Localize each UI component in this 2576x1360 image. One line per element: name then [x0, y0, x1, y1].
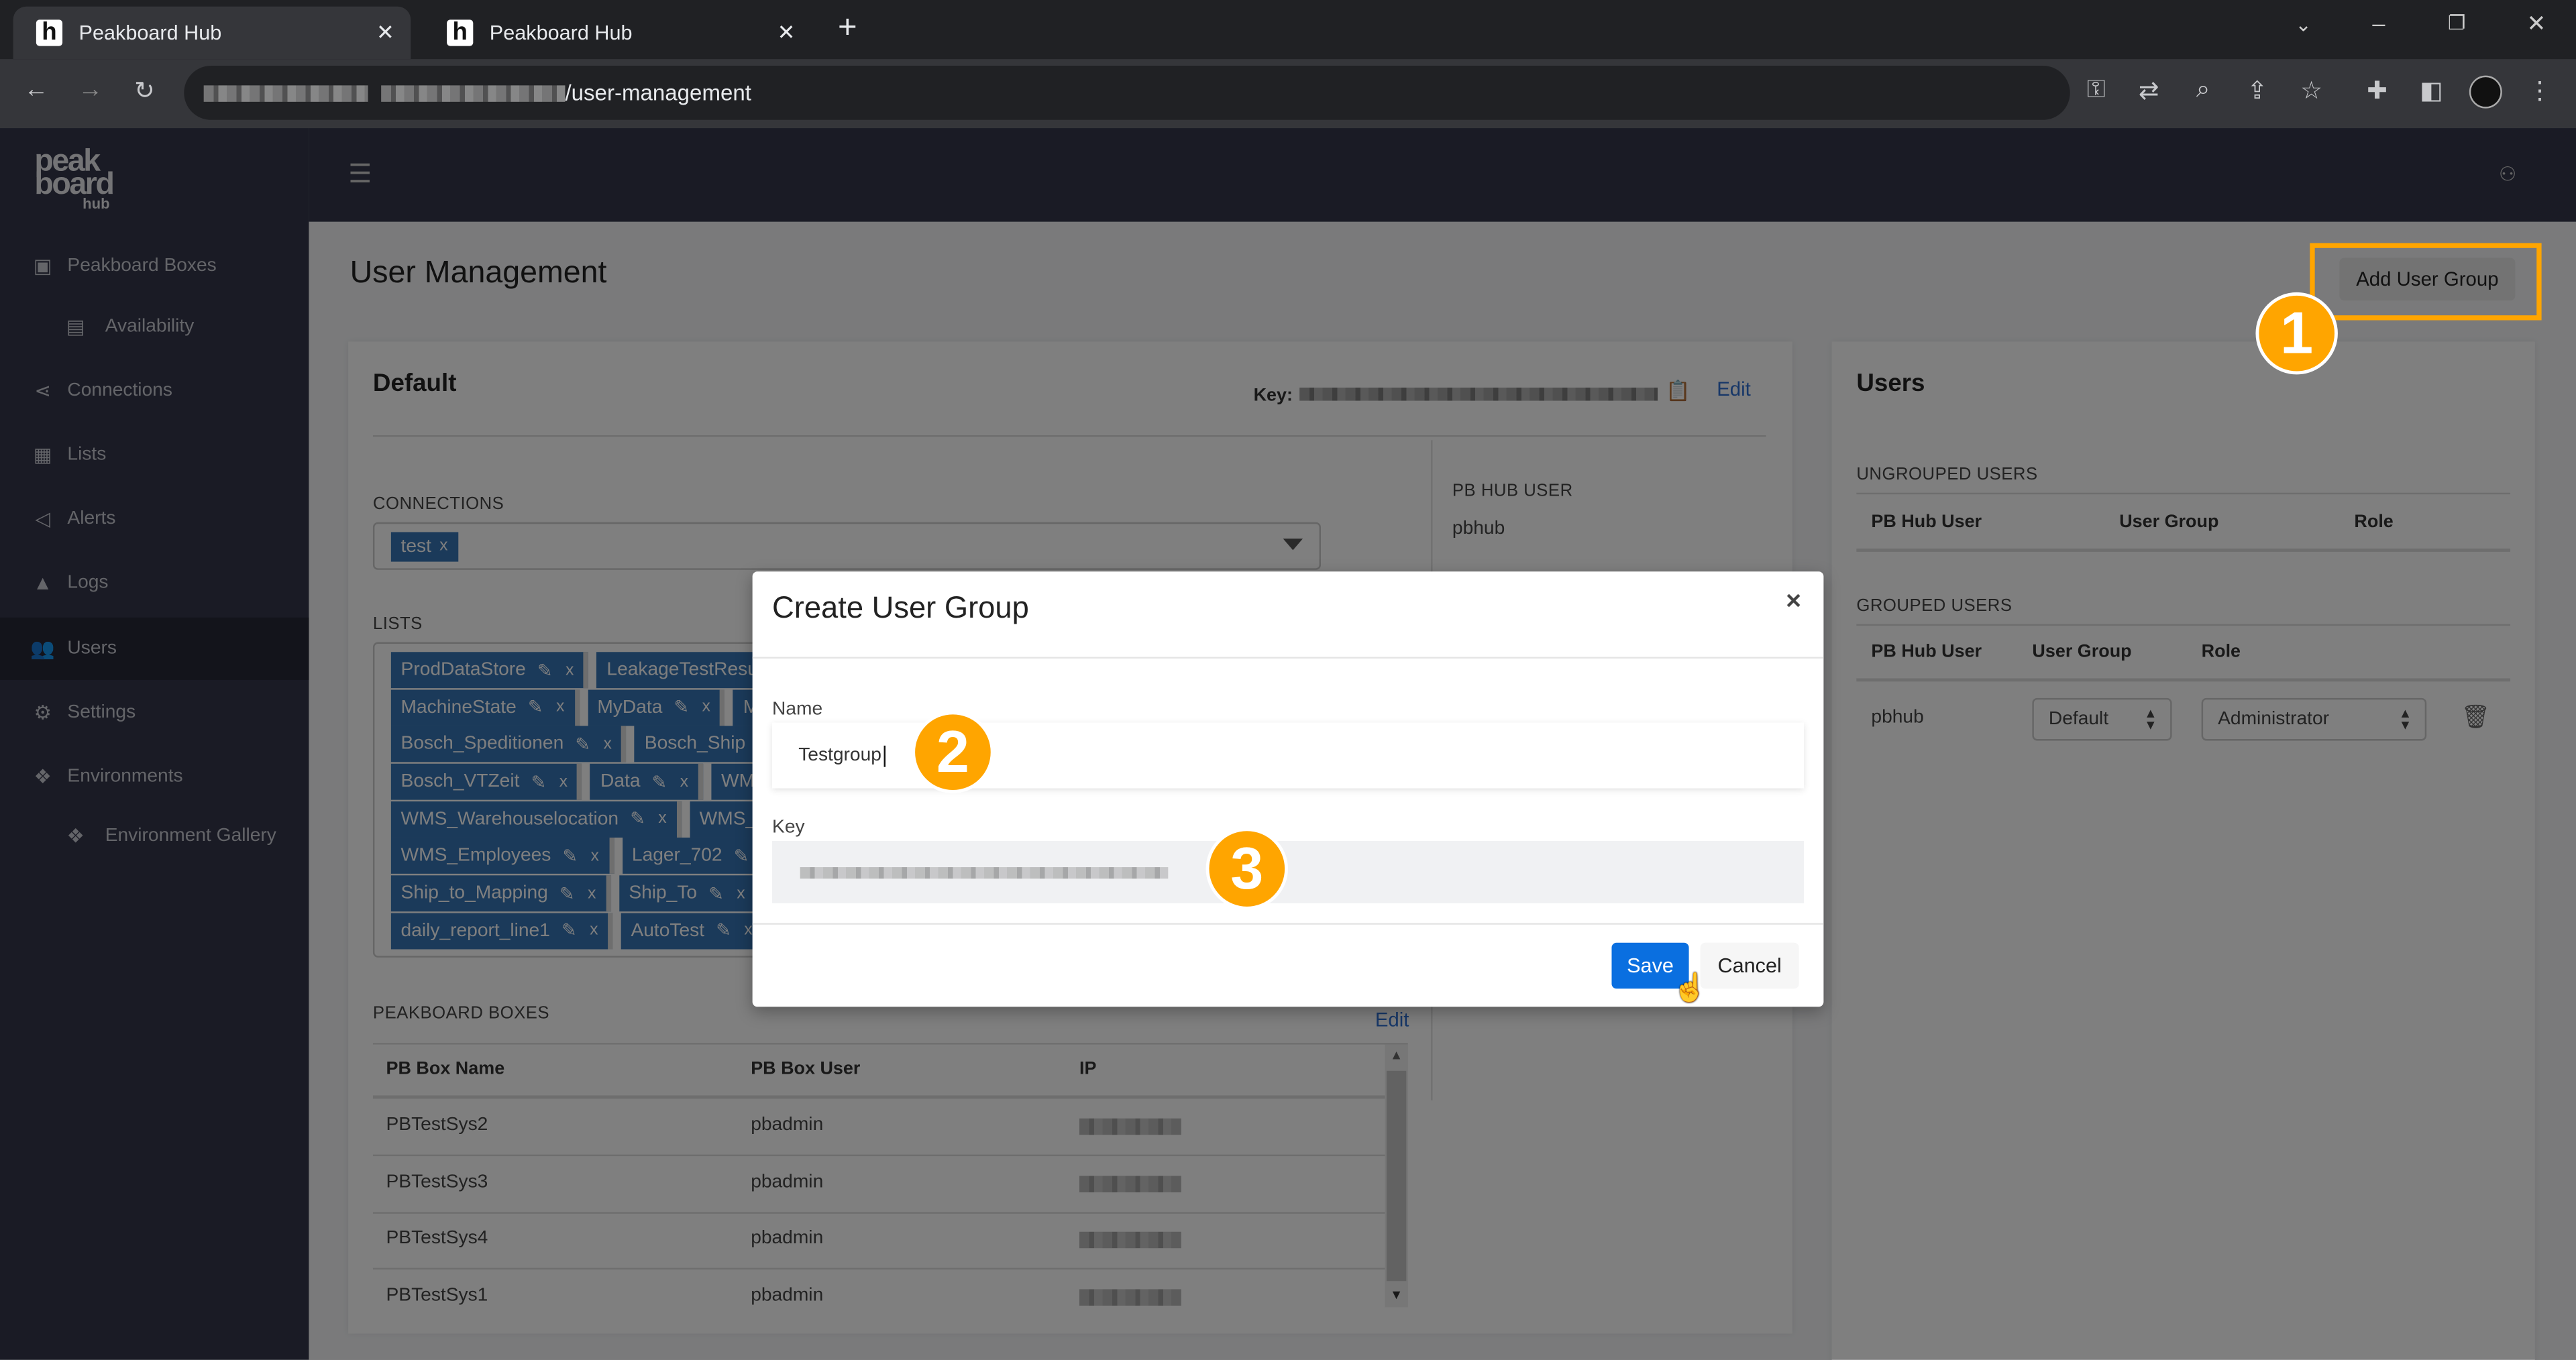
- create-user-group-dialog: Create User Group × Name Testgroup Key S…: [752, 571, 1824, 1007]
- zoom-icon[interactable]: ⌕: [2185, 76, 2221, 104]
- peakboard-favicon-icon: h: [36, 19, 63, 46]
- peakboard-favicon-icon: h: [447, 19, 474, 46]
- text-cursor: [883, 744, 885, 767]
- cancel-button[interactable]: Cancel: [1700, 942, 1799, 989]
- browser-tab[interactable]: h Peakboard Hub ✕: [424, 7, 812, 59]
- minimize-icon[interactable]: –: [2372, 10, 2385, 36]
- key-icon[interactable]: ⚿: [2078, 76, 2114, 104]
- menu-dots-icon[interactable]: ⋮: [2522, 76, 2558, 105]
- highlight-box: [2310, 243, 2542, 321]
- translate-icon[interactable]: ⇄: [2131, 76, 2167, 105]
- step-badge-2: 2: [912, 711, 994, 793]
- side-panel-icon[interactable]: ◧: [2414, 76, 2450, 105]
- dialog-title: Create User Group: [772, 589, 1029, 624]
- profile-avatar[interactable]: [2469, 75, 2502, 109]
- browser-tab[interactable]: h Peakboard Hub ✕: [13, 6, 411, 60]
- close-tab-icon[interactable]: ✕: [777, 19, 796, 46]
- bookmark-star-icon[interactable]: ☆: [2294, 76, 2330, 105]
- hand-cursor-icon: ☝: [1672, 972, 1707, 1004]
- divider: [752, 923, 1824, 925]
- close-tab-icon[interactable]: ✕: [376, 19, 394, 46]
- step-badge-3: 3: [1205, 828, 1289, 910]
- key-label: Key: [772, 817, 805, 838]
- name-label: Name: [772, 699, 823, 720]
- step-badge-1: 1: [2255, 292, 2338, 375]
- back-icon[interactable]: ←: [18, 76, 54, 104]
- address-bar[interactable]: /user-management: [184, 65, 2070, 120]
- tab-title: Peakboard Hub: [78, 21, 222, 45]
- key-input[interactable]: [772, 840, 1805, 903]
- name-input-value: Testgroup: [798, 745, 881, 766]
- extensions-icon[interactable]: ✚: [2359, 76, 2396, 105]
- redacted-host: [381, 84, 566, 101]
- share-icon[interactable]: ⇪: [2239, 76, 2275, 105]
- close-dialog-button[interactable]: ×: [1786, 588, 1801, 618]
- reload-icon[interactable]: ↻: [127, 76, 163, 105]
- redacted-key: [800, 866, 1169, 878]
- divider: [752, 657, 1824, 659]
- new-tab-button[interactable]: +: [838, 10, 857, 48]
- redacted-host: [203, 84, 368, 101]
- forward-icon[interactable]: →: [72, 76, 109, 104]
- tab-title: Peakboard Hub: [489, 21, 633, 45]
- close-window-icon[interactable]: ✕: [2527, 10, 2546, 38]
- app: peakboardhub ▣Peakboard Boxes ▤Availabil…: [0, 128, 2576, 1360]
- tab-search-chevron-icon[interactable]: ⌄: [2295, 13, 2312, 36]
- url-text: /user-management: [565, 80, 751, 105]
- restore-icon[interactable]: ❐: [2448, 11, 2465, 34]
